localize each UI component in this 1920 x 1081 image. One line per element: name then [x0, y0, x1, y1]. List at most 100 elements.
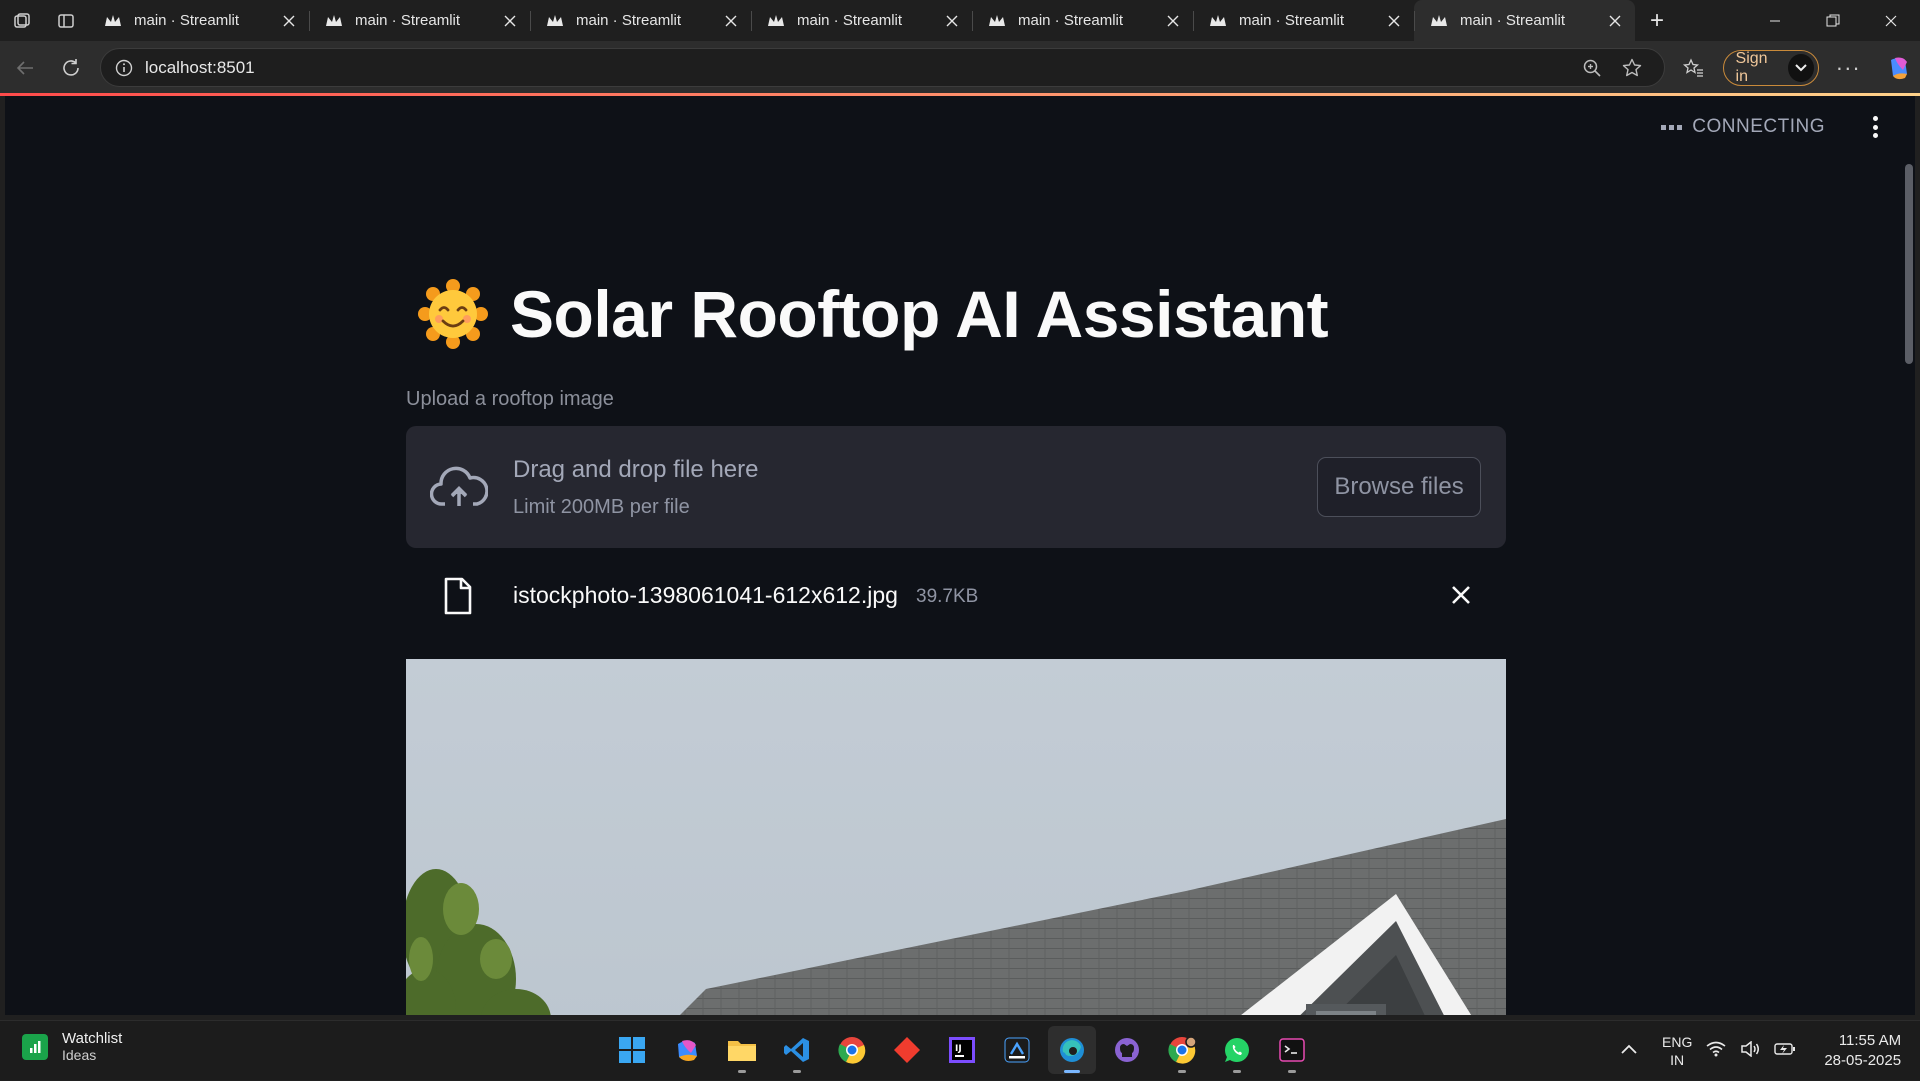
- windows-start-icon[interactable]: [608, 1026, 656, 1074]
- file-explorer-icon[interactable]: [718, 1026, 766, 1074]
- clock-time: 11:55 AM: [1838, 1032, 1902, 1049]
- uploaded-rooftop-image: [406, 659, 1506, 1015]
- vertical-tabs-icon[interactable]: [44, 0, 88, 41]
- browser-tab[interactable]: main · Streamlit: [530, 0, 751, 41]
- sun-with-face-icon: [418, 279, 488, 349]
- file-dropzone[interactable]: Drag and drop file here Limit 200MB per …: [406, 426, 1506, 548]
- svg-text:IJ: IJ: [955, 1044, 962, 1054]
- intellij-icon[interactable]: IJ: [938, 1026, 986, 1074]
- clock[interactable]: 11:55 AM 28-05-2025: [1824, 1031, 1901, 1071]
- minimize-button[interactable]: [1746, 0, 1804, 41]
- git-client-icon[interactable]: [883, 1026, 931, 1074]
- site-info-icon[interactable]: [113, 57, 135, 79]
- status-text: CONNECTING: [1692, 116, 1825, 137]
- page-title: Solar Rooftop AI Assistant: [418, 276, 1329, 352]
- tab-title: main · Streamlit: [1460, 12, 1566, 29]
- streamlit-favicon-icon: [104, 12, 122, 30]
- copilot-app-icon[interactable]: [663, 1026, 711, 1074]
- browser-tab-strip: main · Streamlit main · Streamlit main · S…: [0, 0, 1920, 41]
- refresh-icon[interactable]: [48, 48, 94, 88]
- browser-tab[interactable]: main · Streamlit: [1414, 0, 1635, 41]
- chrome-icon[interactable]: [828, 1026, 876, 1074]
- edge-icon[interactable]: [1048, 1026, 1096, 1074]
- file-size: 39.7KB: [916, 586, 979, 607]
- stock-widget-icon: [22, 1033, 48, 1060]
- clock-date: 28-05-2025: [1824, 1052, 1902, 1069]
- file-name: istockphoto-1398061041-612x612.jpg: [513, 582, 898, 608]
- more-menu-icon[interactable]: ···: [1827, 48, 1870, 88]
- tab-close-icon[interactable]: [1163, 11, 1183, 31]
- streamlit-favicon-icon: [767, 12, 785, 30]
- status-dots-icon: [1661, 124, 1683, 130]
- browser-tab[interactable]: main · Streamlit: [88, 0, 309, 41]
- zoom-icon[interactable]: [1572, 58, 1612, 78]
- tab-title: main · Streamlit: [355, 12, 461, 29]
- profile-dropdown-icon: [1788, 53, 1814, 82]
- tab-title: main · Streamlit: [1239, 12, 1345, 29]
- taskbar-apps: IJ: [608, 1026, 1316, 1074]
- streamlit-favicon-icon: [546, 12, 564, 30]
- new-tab-button[interactable]: +: [1635, 0, 1679, 41]
- address-bar[interactable]: localhost:8501: [100, 48, 1665, 87]
- browser-tab[interactable]: main · Streamlit: [309, 0, 530, 41]
- url-text[interactable]: localhost:8501: [145, 58, 1572, 78]
- streamlit-favicon-icon: [325, 12, 343, 30]
- windows-taskbar: Watchlist Ideas IJ ENG IN 11:55 AM 28-05…: [0, 1020, 1920, 1080]
- wifi-icon[interactable]: [1706, 1041, 1726, 1062]
- browser-tab[interactable]: main · Streamlit: [972, 0, 1193, 41]
- tab-close-icon[interactable]: [721, 11, 741, 31]
- vscode-icon[interactable]: [773, 1026, 821, 1074]
- language-indicator[interactable]: ENG IN: [1662, 1033, 1692, 1069]
- lang-line2: IN: [1670, 1052, 1685, 1068]
- tab-title: main · Streamlit: [797, 12, 903, 29]
- file-limit-text: Limit 200MB per file: [513, 496, 690, 518]
- cloud-upload-icon: [430, 466, 488, 506]
- streamlit-favicon-icon: [988, 12, 1006, 30]
- tab-close-icon[interactable]: [942, 11, 962, 31]
- browser-toolbar: localhost:8501 Sign in ···: [0, 41, 1920, 94]
- remove-file-icon[interactable]: [1446, 580, 1476, 610]
- tab-title: main · Streamlit: [1018, 12, 1124, 29]
- browser-tab[interactable]: main · Streamlit: [751, 0, 972, 41]
- widget-title: Watchlist: [62, 1030, 123, 1047]
- favorites-icon[interactable]: [1672, 48, 1715, 88]
- browser-tab[interactable]: main · Streamlit: [1193, 0, 1414, 41]
- close-window-button[interactable]: [1862, 0, 1920, 41]
- favorite-star-icon[interactable]: [1612, 57, 1652, 79]
- show-hidden-icons-chevron-icon[interactable]: [1620, 1042, 1638, 1060]
- system-tray: ENG IN 11:55 AM 28-05-2025: [1620, 1021, 1901, 1081]
- volume-icon[interactable]: [1740, 1039, 1760, 1062]
- streamlit-app: CONNECTING Solar Rooftop AI Assistant Up…: [5, 96, 1915, 1015]
- widget-subtitle: Ideas: [62, 1047, 97, 1063]
- file-icon: [444, 577, 472, 615]
- tab-close-icon[interactable]: [279, 11, 299, 31]
- drag-drop-text: Drag and drop file here: [513, 456, 759, 483]
- tab-close-icon[interactable]: [1605, 11, 1625, 31]
- copilot-icon[interactable]: [1878, 48, 1920, 88]
- github-desktop-icon[interactable]: [1103, 1026, 1151, 1074]
- restore-button[interactable]: [1804, 0, 1862, 41]
- rooftop-photo-content: [406, 659, 1506, 1015]
- workspaces-icon[interactable]: [0, 0, 44, 41]
- watchlist-widget[interactable]: Watchlist Ideas: [22, 1030, 122, 1063]
- whatsapp-icon[interactable]: [1213, 1026, 1261, 1074]
- battery-icon[interactable]: [1774, 1042, 1796, 1061]
- streamlit-favicon-icon: [1209, 12, 1227, 30]
- sign-in-label: Sign in: [1735, 49, 1768, 85]
- tab-close-icon[interactable]: [500, 11, 520, 31]
- lang-line1: ENG: [1662, 1034, 1693, 1050]
- sign-in-button[interactable]: Sign in: [1722, 49, 1819, 86]
- scrollbar[interactable]: [1905, 164, 1913, 364]
- chrome-profile-icon[interactable]: [1158, 1026, 1206, 1074]
- uploader-label: Upload a rooftop image: [406, 388, 614, 410]
- browse-files-button[interactable]: Browse files: [1317, 457, 1481, 517]
- terminal-icon[interactable]: [1268, 1026, 1316, 1074]
- back-icon[interactable]: [2, 48, 48, 88]
- tab-close-icon[interactable]: [1384, 11, 1404, 31]
- dev-tool-icon[interactable]: [993, 1026, 1041, 1074]
- main-menu-icon[interactable]: [1867, 114, 1883, 140]
- connection-status: CONNECTING: [1661, 116, 1825, 138]
- tab-title: main · Streamlit: [134, 12, 240, 29]
- title-text: Solar Rooftop AI Assistant: [510, 277, 1329, 351]
- tab-title: main · Streamlit: [576, 12, 682, 29]
